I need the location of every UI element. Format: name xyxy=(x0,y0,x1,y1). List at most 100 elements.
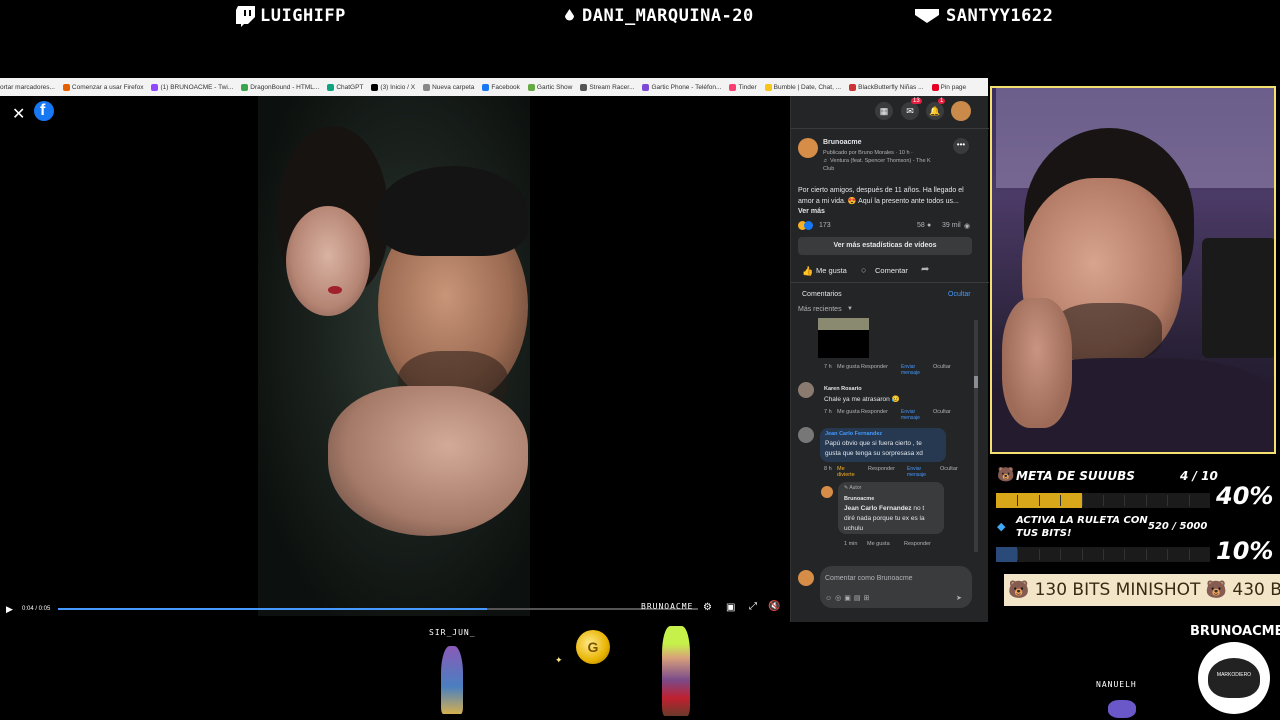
bookmark-item[interactable]: ChatGPT xyxy=(327,83,363,91)
settings-icon[interactable]: ⚙ xyxy=(703,602,712,613)
comment-hide[interactable]: Ocultar xyxy=(933,364,951,370)
comment-like[interactable]: Me gusta xyxy=(837,364,860,370)
sort-dropdown[interactable]: Más recientes xyxy=(798,306,842,313)
reply-like[interactable]: Me gusta xyxy=(867,541,890,547)
bookmark-item[interactable]: ortar marcadores... xyxy=(0,84,55,91)
streamer-hand xyxy=(1002,298,1072,428)
bookmark-label: Facebook xyxy=(491,83,520,91)
comment-reply[interactable]: Responder xyxy=(861,364,888,370)
reply-author[interactable]: Brunoacme xyxy=(844,496,874,502)
comment-send[interactable]: Enviar mensaje xyxy=(901,364,923,376)
comment-send[interactable]: Enviar mensaje xyxy=(901,409,923,421)
comment-hide[interactable]: Ocultar xyxy=(940,466,958,472)
reply-avatar[interactable] xyxy=(821,486,833,498)
comment-hide[interactable]: Ocultar xyxy=(933,409,951,415)
close-icon[interactable]: ✕ xyxy=(12,104,25,124)
like-button[interactable]: Me gusta xyxy=(816,266,847,275)
goal-segment-divider xyxy=(1188,549,1190,560)
play-icon[interactable]: ▶ xyxy=(6,604,13,615)
comments-count[interactable]: 58 xyxy=(917,222,925,229)
hide-comments-link[interactable]: Ocultar xyxy=(948,291,971,298)
comment-input[interactable]: Comentar como Brunoacme ☺◎▣▤⊞ ➤ xyxy=(820,566,972,608)
comment-button[interactable]: Comentar xyxy=(875,266,908,275)
chair-shape xyxy=(1202,238,1274,358)
comment-reply[interactable]: Responder xyxy=(868,466,895,472)
scrollbar[interactable] xyxy=(974,320,978,552)
video-progress[interactable] xyxy=(58,608,698,610)
comment-send[interactable]: Enviar mensaje xyxy=(907,466,929,478)
bookmark-item[interactable]: Facebook xyxy=(482,83,520,91)
bookmark-item[interactable]: BlackButterfly Niñas ... xyxy=(849,83,924,91)
profile-avatar[interactable] xyxy=(951,101,971,121)
bookmark-item[interactable]: Tinder xyxy=(729,83,757,91)
comment-author[interactable]: Karen Rosario xyxy=(824,386,862,392)
bookmark-item[interactable]: (1) BRUNOACME - Twi... xyxy=(151,83,233,91)
reaction-count[interactable]: 173 xyxy=(819,222,831,229)
bell-icon[interactable]: 🔔 xyxy=(926,102,944,120)
logo-sub: MARKODIERO xyxy=(1216,672,1252,678)
goal-segment-divider xyxy=(1124,549,1126,560)
notif-badge: 1 xyxy=(938,98,946,104)
comment-reply[interactable]: Responder xyxy=(861,409,888,415)
facebook-logo-icon[interactable]: f xyxy=(34,101,54,121)
goal-2-count: 520 / 5000 xyxy=(1148,521,1208,532)
comment-time: 8 h xyxy=(824,466,832,472)
author-avatar[interactable] xyxy=(798,138,818,158)
diamond-icon: ◆ xyxy=(997,521,1006,533)
man-hair xyxy=(378,166,528,256)
post-photo xyxy=(258,96,530,616)
bookmark-item[interactable]: DragonBound - HTML... xyxy=(241,83,319,91)
share-icon[interactable]: ➦ xyxy=(921,264,929,275)
drop-icon xyxy=(565,9,574,27)
comment-image[interactable] xyxy=(818,318,869,330)
logo-skull-icon xyxy=(1208,658,1260,698)
bookmark-item[interactable]: Pin page xyxy=(931,83,966,91)
commenter-avatar[interactable] xyxy=(798,382,814,398)
bookmark-favicon-icon xyxy=(729,83,737,91)
bookmark-item[interactable]: Stream Racer... xyxy=(580,83,634,91)
goal-segment-divider xyxy=(1081,495,1083,506)
reply-reply[interactable]: Responder xyxy=(904,541,931,547)
bookmark-favicon-icon xyxy=(241,83,249,91)
divider xyxy=(791,128,989,129)
goal-2-title-1: ACTIVA LA RULETA CON xyxy=(1016,515,1148,526)
bear-icon: 🐻 xyxy=(997,466,1015,482)
twitch-icon xyxy=(234,4,258,33)
see-more-link[interactable]: Ver más xyxy=(798,208,825,215)
bookmark-item[interactable]: Nueva carpeta xyxy=(423,83,474,91)
comment-like[interactable]: Me gusta xyxy=(837,409,860,415)
bits-ticker: 🐻 130 BITS MINISHOT 🐻 430 BIT xyxy=(1004,574,1280,606)
bookmark-item[interactable]: Gartic Show xyxy=(527,83,572,91)
goal-segment-divider xyxy=(1017,495,1019,506)
send-icon[interactable]: ➤ xyxy=(956,594,962,602)
messenger-icon[interactable]: ✉ xyxy=(901,102,919,120)
bookmark-label: Comenzar a usar Firefox xyxy=(71,83,144,91)
bookmark-item[interactable]: (3) Inicio / X xyxy=(371,83,415,91)
chevron-down-icon[interactable]: ▼ xyxy=(847,306,853,312)
bookmark-item[interactable]: Bumble | Date, Chat, ... xyxy=(764,83,841,91)
stats-button[interactable]: Ver más estadísticas de vídeos xyxy=(798,237,972,255)
goal-segment-divider xyxy=(1060,549,1062,560)
eye-icon: ◉ xyxy=(964,223,971,230)
pip-icon[interactable]: ▣ xyxy=(726,602,735,613)
more-options-icon[interactable]: ••• xyxy=(953,138,969,154)
mute-icon[interactable]: 🔇 xyxy=(768,601,780,612)
goal-1-title: META DE SUUUBS xyxy=(1016,469,1135,483)
commenter-avatar[interactable] xyxy=(798,427,814,443)
input-tools-icons[interactable]: ☺◎▣▤⊞ xyxy=(825,594,872,602)
fullscreen-icon[interactable]: ⤢ xyxy=(749,601,757,612)
photo-viewer: ✕ f ▶ 0:04 / 0:05 ⚙ ▣ ⤢ 🔇 xyxy=(0,96,790,622)
menu-grid-icon[interactable]: ▦ xyxy=(875,102,893,120)
goal-segment-divider xyxy=(1167,495,1169,506)
bookmark-item[interactable]: Gartic Phone - Teléfon... xyxy=(642,83,721,91)
post-song[interactable]: ♬ Ventura (feat. Spencer Thomson) - The … xyxy=(823,158,931,164)
post-text-2: amor a mi vida. 😍 Aquí la presento ante … xyxy=(798,198,959,205)
like-reaction-icon[interactable] xyxy=(804,221,813,230)
bookmark-item[interactable]: Comenzar a usar Firefox xyxy=(62,83,144,91)
reply-mention[interactable]: Jean Carlo Fernandez xyxy=(844,505,912,512)
comment-author[interactable]: Jean Carlo Fernandez xyxy=(825,431,882,437)
post-author[interactable]: Brunoacme xyxy=(823,139,862,146)
comment-reaction[interactable]: Me divierte xyxy=(837,466,863,478)
goal-segment-divider xyxy=(1167,549,1169,560)
my-avatar[interactable] xyxy=(798,570,814,586)
